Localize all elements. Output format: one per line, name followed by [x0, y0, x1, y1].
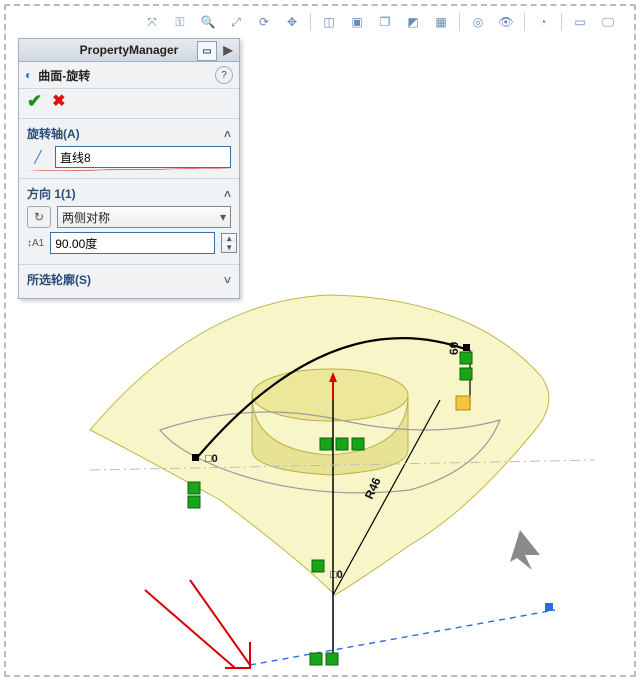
- endpoint-1: [192, 454, 199, 461]
- view-toolbar: ⤧ ⚿ 🔍 ⤢ ⟳ ✥ ◫ ▣ ❐ ◩ ▦ ◎ 👁 ◔ ▭ 🖵: [140, 10, 620, 34]
- view-settings-icon[interactable]: ▦: [429, 10, 453, 34]
- header-next-icon[interactable]: ▶: [219, 41, 237, 59]
- help-icon[interactable]: ?: [215, 66, 233, 84]
- pm-confirm-row: ✔ ✖: [19, 89, 239, 119]
- section-direction-title: 方向 1(1): [27, 185, 76, 202]
- angle-input[interactable]: [50, 232, 215, 254]
- view-cube-icon[interactable]: ❐: [373, 10, 397, 34]
- section-view-icon[interactable]: ◫: [317, 10, 341, 34]
- zoom-icon[interactable]: ⤢: [224, 10, 248, 34]
- angle-param-icon: ↕A1: [27, 233, 44, 253]
- projected-view-icon[interactable]: ◩: [401, 10, 425, 34]
- axis-tool-icon[interactable]: ⤧: [140, 10, 164, 34]
- direction-type-select[interactable]: 两侧对称: [57, 206, 231, 228]
- visibility-icon[interactable]: 👁: [494, 10, 518, 34]
- pm-header: PropertyManager ▭ ▶: [19, 39, 239, 62]
- toolbar-sep: [561, 13, 562, 31]
- red-arrow-annotation: [145, 580, 250, 668]
- pm-title: PropertyManager: [80, 43, 179, 57]
- appearance-icon[interactable]: ◔: [531, 10, 555, 34]
- angle-spinner[interactable]: ▲▼: [221, 233, 237, 253]
- pm-feature-row: ◐ 曲面-旋转 ?: [19, 62, 239, 89]
- axis-lead-icon: ╱: [27, 147, 49, 167]
- feature-label: 曲面-旋转: [38, 67, 90, 84]
- revolved-surface: [90, 295, 549, 595]
- height-dim: 60: [447, 341, 461, 355]
- display-style-icon[interactable]: ▣: [345, 10, 369, 34]
- relation-label-2: □0: [330, 569, 343, 581]
- blue-axis: [250, 610, 555, 665]
- relation-label-1: □0: [205, 453, 218, 465]
- pin-icon[interactable]: ▭: [197, 41, 217, 61]
- screen-icon[interactable]: 🖵: [596, 10, 620, 34]
- section-profile-title: 所选轮廓(S): [27, 271, 91, 288]
- section-axis-title: 旋转轴(A): [27, 125, 80, 142]
- orbit-icon[interactable]: ⟳: [252, 10, 276, 34]
- toolbar-sep: [524, 13, 525, 31]
- revolve-axis-input[interactable]: [55, 146, 231, 168]
- collapse-icon[interactable]: ˄: [224, 187, 231, 201]
- zoom-fit-icon[interactable]: 🔍: [196, 10, 220, 34]
- pan-icon[interactable]: ✥: [280, 10, 304, 34]
- section-profile: 所选轮廓(S) ˅: [19, 265, 239, 298]
- endpoint-2: [463, 344, 470, 351]
- cylinder-top: [252, 369, 408, 421]
- cursor-shadow-icon: [510, 530, 540, 570]
- toolbar-sep: [310, 13, 311, 31]
- expand-icon[interactable]: ˅: [224, 273, 231, 287]
- revolve-surface-icon: ◐: [25, 68, 32, 82]
- key-tool-icon[interactable]: ⚿: [168, 10, 192, 34]
- section-direction: 方向 1(1) ˄ ↻ 两侧对称 ↕A1 ▲▼: [19, 179, 239, 265]
- camera-icon[interactable]: ▭: [568, 10, 592, 34]
- red-underline-annotation: [27, 168, 231, 172]
- direction-type-value: 两侧对称: [62, 209, 110, 226]
- cancel-button[interactable]: ✖: [52, 91, 65, 112]
- section-axis: 旋转轴(A) ˄ ╱: [19, 119, 239, 179]
- property-manager-panel: PropertyManager ▭ ▶ ◐ 曲面-旋转 ? ✔ ✖ 旋转轴(A)…: [18, 38, 240, 299]
- ok-button[interactable]: ✔: [27, 91, 42, 112]
- blue-axis-endpoint: [545, 603, 553, 611]
- reverse-direction-icon[interactable]: ↻: [27, 206, 51, 228]
- look-at-icon[interactable]: ◎: [466, 10, 490, 34]
- collapse-icon[interactable]: ˄: [224, 127, 231, 141]
- toolbar-sep: [459, 13, 460, 31]
